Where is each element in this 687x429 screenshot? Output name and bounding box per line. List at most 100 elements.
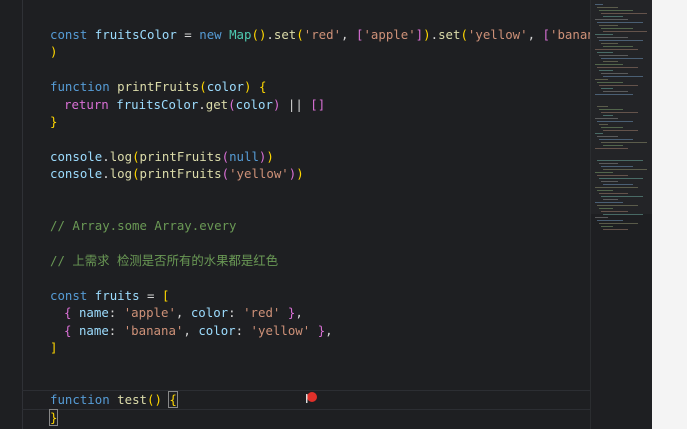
code-line[interactable]: console.log(printFruits('yellow')) [50, 165, 590, 182]
code-token: // Array.some Array.every [50, 218, 237, 234]
code-line[interactable] [50, 183, 590, 200]
minimap-line [603, 31, 647, 32]
code-token: = [139, 287, 162, 303]
code-line[interactable] [50, 61, 590, 78]
minimap-line [599, 55, 628, 56]
code-token: 'yellow' [467, 27, 528, 42]
code-line[interactable]: } [50, 113, 590, 130]
code-line[interactable]: ) [50, 43, 590, 60]
code-token: set [438, 27, 461, 42]
code-token: color [206, 79, 244, 95]
minimap-line [595, 34, 613, 35]
code-token: log [109, 148, 133, 164]
code-token: 'yellow' [250, 322, 311, 338]
code-token: color [198, 322, 236, 338]
code-line[interactable]: // 上需求 检测是否所有的水果都是红色 [50, 252, 590, 269]
code-line[interactable] [50, 356, 590, 373]
code-line[interactable]: const fruitsColor = new Map().set('red',… [50, 26, 617, 43]
minimap-line [597, 220, 623, 221]
code-line[interactable] [50, 269, 590, 286]
minimap-line [599, 70, 613, 71]
minimap-line [603, 229, 628, 230]
minimap-line [595, 217, 608, 218]
code-token: . [266, 27, 274, 42]
code-line[interactable]: return fruitsColor.get(color) || [] [50, 96, 590, 113]
minimap-line [597, 136, 618, 137]
code-editor[interactable]: const fruitsColor = new Map().set('red',… [0, 0, 617, 429]
code-line[interactable]: } [48, 408, 590, 426]
minimap-line [603, 199, 618, 200]
code-token: : [108, 305, 124, 321]
code-token: , [183, 322, 199, 338]
code-token: console [50, 148, 103, 164]
code-token: . [102, 166, 110, 182]
code-token: ( [132, 148, 140, 164]
code-token: console [50, 166, 103, 182]
minimap-line [597, 160, 643, 161]
code-token: , [295, 305, 303, 321]
minimap-line [597, 205, 638, 206]
minimap-line [595, 148, 628, 149]
code-token: fruitsColor [94, 27, 177, 42]
code-line[interactable]: function printFruits(color) { [50, 78, 590, 95]
minimap-line [601, 58, 643, 59]
minimap-line [601, 112, 638, 113]
minimap-line [599, 223, 638, 224]
code-token: , [341, 27, 356, 42]
minimap-line [603, 91, 628, 92]
minimap-line [601, 73, 628, 74]
code-token: { [258, 79, 267, 95]
code-line[interactable] [50, 200, 590, 217]
code-line[interactable]: { name: 'apple', color: 'red' }, [50, 304, 590, 321]
code-line[interactable]: { name: 'banana', color: 'yellow' }, [50, 322, 590, 339]
code-line[interactable] [50, 235, 590, 252]
minimap-line [599, 163, 618, 164]
code-token: 'apple' [363, 27, 416, 42]
minimap-line [601, 166, 633, 167]
code-line[interactable] [50, 374, 590, 391]
code-token: ( [228, 96, 236, 112]
minimap-line [595, 79, 608, 80]
minimap-line [601, 28, 633, 29]
code-token: fruits [94, 287, 140, 303]
minimap-line [603, 130, 638, 131]
code-token: || [280, 96, 311, 112]
code-content[interactable]: const fruitsColor = new Map().set('red',… [22, 26, 617, 426]
minimap-line [597, 106, 608, 107]
minimap-line [601, 142, 647, 143]
minimap-line [595, 187, 638, 188]
minimap-line [601, 226, 613, 227]
code-token: null [229, 148, 259, 164]
code-line[interactable]: // Array.some Array.every [50, 217, 590, 234]
code-line[interactable]: const fruits = [ [50, 287, 590, 304]
code-token: printFruits [117, 79, 200, 95]
code-token: return [64, 96, 109, 112]
code-token: ( [199, 79, 207, 95]
minimap-line [599, 85, 638, 86]
code-token: ) [296, 166, 304, 182]
code-line[interactable]: console.log(printFruits(null)) [50, 148, 590, 165]
minimap[interactable] [590, 0, 653, 429]
minimap-line [601, 127, 623, 128]
code-token: function [50, 392, 110, 408]
minimap-line [601, 181, 618, 182]
minimap-line [595, 94, 633, 95]
code-token: ( [132, 166, 140, 182]
code-line[interactable] [50, 130, 590, 147]
code-token: ] [415, 27, 424, 42]
minimap-line [599, 40, 643, 41]
minimap-line [597, 52, 613, 53]
code-token: ) [423, 27, 431, 42]
side-panel [652, 0, 687, 429]
minimap-line [603, 145, 623, 146]
code-line[interactable]: ] [50, 339, 590, 356]
minimap-line [603, 61, 618, 62]
code-token: ] [50, 340, 58, 356]
minimap-line [599, 109, 623, 110]
code-line[interactable]: function test() { [22, 390, 600, 411]
